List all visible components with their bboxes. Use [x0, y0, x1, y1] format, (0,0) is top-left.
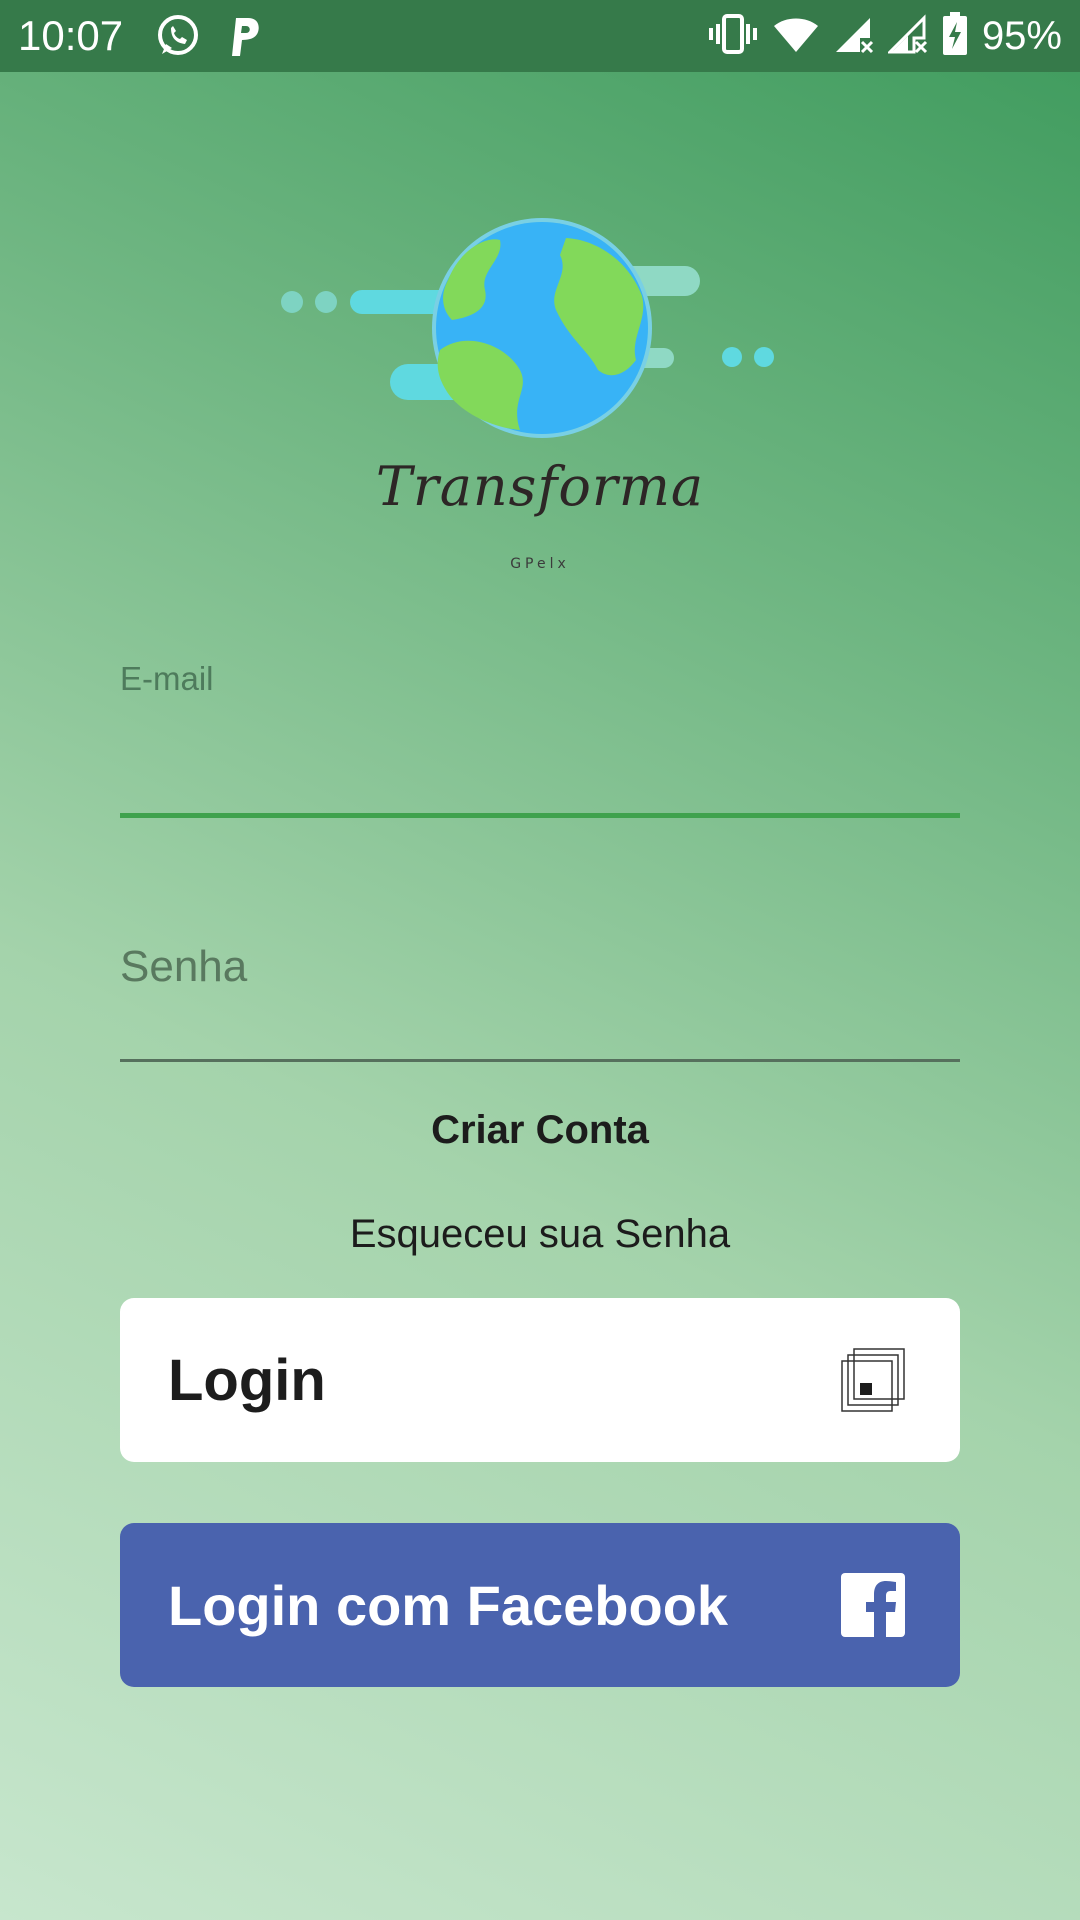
facebook-icon	[840, 1572, 906, 1638]
password-underline	[120, 1059, 960, 1062]
whatsapp-icon	[154, 12, 202, 65]
parking-p-icon	[226, 12, 262, 65]
notification-icons	[154, 12, 262, 65]
facebook-button-label: Login com Facebook	[168, 1573, 729, 1637]
status-bar: 10:07 95%	[0, 0, 1080, 72]
create-account-link[interactable]: Criar Conta	[0, 1108, 1080, 1153]
status-time: 10:07	[18, 12, 124, 59]
password-field[interactable]: Senha	[120, 920, 960, 1062]
email-underline	[120, 813, 960, 818]
forgot-password-link[interactable]: Esqueceu sua Senha	[0, 1212, 1080, 1257]
logo-subtitle: GPelx	[510, 556, 570, 572]
password-placeholder: Senha	[120, 942, 248, 991]
logo-wordmark: Transforma	[375, 455, 705, 518]
app-logo: Transforma GPelx	[270, 200, 790, 580]
signal-icon	[834, 14, 874, 59]
login-button[interactable]: Login	[120, 1298, 960, 1462]
wifi-icon	[772, 14, 820, 59]
system-status-icons: 95%	[708, 10, 1062, 62]
email-field[interactable]: E-mail	[120, 660, 960, 818]
email-input[interactable]	[120, 742, 960, 812]
globe-logo-icon	[281, 218, 774, 438]
battery-percentage: 95%	[981, 14, 1062, 58]
email-label: E-mail	[120, 660, 214, 697]
vibrate-icon	[708, 12, 758, 61]
signal-icon	[886, 13, 928, 59]
stacked-squares-icon	[840, 1347, 906, 1413]
login-button-label: Login	[168, 1347, 326, 1413]
battery-charging-icon	[942, 11, 968, 61]
facebook-login-button[interactable]: Login com Facebook	[120, 1523, 960, 1687]
